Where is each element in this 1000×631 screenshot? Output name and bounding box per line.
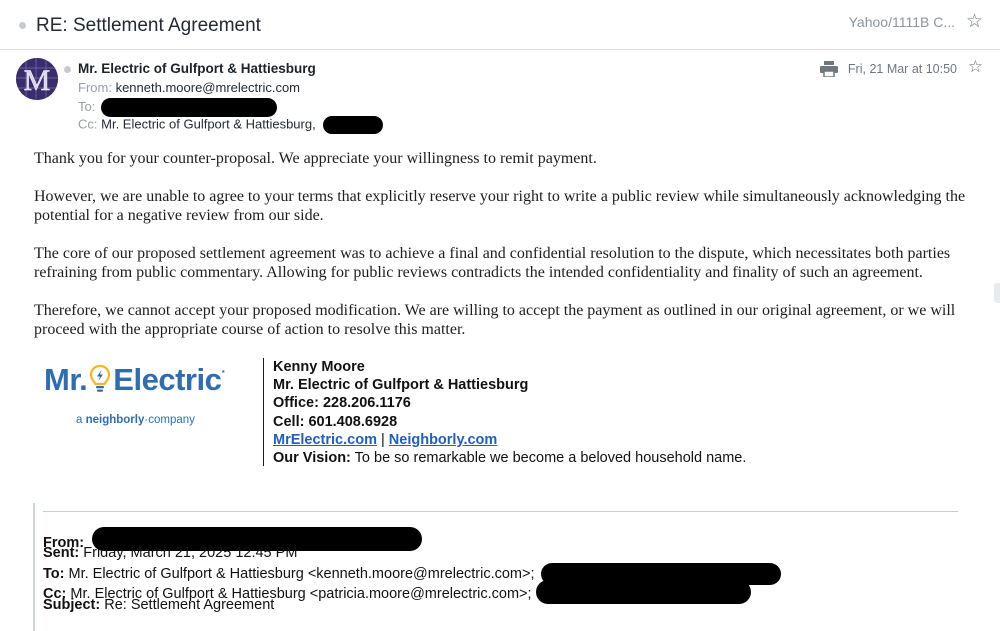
quoted-sent-label: Sent:: [43, 545, 80, 561]
tagline-a: a: [76, 414, 86, 426]
from-email[interactable]: kenneth.moore@mrelectric.com: [116, 80, 300, 95]
email-subject: RE: Settlement Agreement: [36, 15, 261, 36]
redaction-block: [535, 580, 751, 604]
signature-office: Office: 228.206.1176: [273, 395, 411, 412]
subject-bar: RE: Settlement Agreement Yahoo/1111B C..…: [0, 0, 1000, 50]
star-outline-icon[interactable]: ☆: [968, 57, 983, 77]
read-status-dot-icon: [64, 66, 71, 73]
mrelectric-link[interactable]: MrElectric.com: [273, 432, 377, 448]
body-paragraph-2: However, we are unable to agree to your …: [34, 188, 966, 224]
quoted-subject-line: Subject: Re: Settlement Agreement: [43, 597, 274, 613]
cc-line: Cc: Mr. Electric of Gulfport & Hattiesbu…: [78, 116, 384, 134]
signature-company: Mr. Electric of Gulfport & Hattiesburg: [273, 377, 529, 394]
quoted-sent-value: Friday, March 21, 2025 12:45 PM: [79, 545, 298, 561]
message-date: Fri, 21 Mar at 10:50: [847, 62, 957, 76]
quote-border: [33, 503, 35, 631]
signature-divider: [263, 358, 264, 466]
quote-separator: [43, 511, 958, 512]
quoted-subject-value: Re: Settlement Agreement: [100, 597, 275, 613]
svg-text:M: M: [24, 64, 51, 97]
signature-cell: Cell: 601.408.6928: [273, 413, 398, 430]
tagline-company: company: [148, 414, 195, 426]
link-separator: |: [376, 431, 389, 448]
print-icon[interactable]: [820, 61, 838, 77]
mr-electric-logo: Mr. Electric· a neighborly·company: [44, 362, 244, 434]
body-paragraph-4: Therefore, we cannot accept your propose…: [34, 302, 956, 338]
star-outline-icon[interactable]: ☆: [966, 10, 983, 33]
logo-word-right: Electric: [113, 362, 222, 397]
tagline-brand: neighborly: [85, 414, 145, 426]
redaction-block: [100, 98, 277, 117]
redaction-block: [323, 116, 384, 134]
lightbulb-icon: [90, 364, 111, 392]
unread-dot-icon: [19, 22, 26, 29]
to-line: To:: [78, 98, 277, 117]
folder-label[interactable]: Yahoo/1111B C...: [849, 14, 955, 30]
body-paragraph-3: The core of our proposed settlement agre…: [34, 245, 951, 281]
cc-label: Cc:: [78, 116, 98, 132]
vision-label: Our Vision:: [273, 450, 351, 467]
avatar-logo-icon: M: [16, 58, 58, 100]
from-label: From:: [78, 80, 112, 95]
logo-wordmark: Mr. Electric·: [44, 362, 226, 398]
vision-text: To be so remarkable we become a beloved …: [350, 450, 747, 467]
cc-value[interactable]: Mr. Electric of Gulfport & Hattiesburg,: [101, 116, 316, 131]
body-paragraph-1: Thank you for your counter-proposal. We …: [34, 150, 597, 167]
sender-name[interactable]: Mr. Electric of Gulfport & Hattiesburg: [78, 61, 316, 76]
signature-name: Kenny Moore: [273, 359, 365, 375]
signature-block: Kenny Moore Mr. Electric of Gulfport & H…: [273, 358, 746, 467]
neighborly-link[interactable]: Neighborly.com: [389, 432, 498, 448]
logo-tagline: a neighborly·company: [76, 414, 195, 426]
logo-word-left: Mr.: [44, 362, 88, 397]
from-line: From: kenneth.moore@mrelectric.com: [78, 80, 300, 95]
signature-links: MrElectric.com | Neighborly.com: [273, 431, 746, 449]
to-label: To:: [78, 98, 96, 114]
quoted-sent-line: Sent: Friday, March 21, 2025 12:45 PM: [43, 545, 297, 561]
scrollbar-handle[interactable]: [994, 283, 1000, 303]
logo-mark: ·: [221, 363, 226, 379]
signature-vision: Our Vision: To be so remarkable we becom…: [273, 449, 746, 467]
quoted-subject-label: Subject:: [43, 597, 101, 613]
